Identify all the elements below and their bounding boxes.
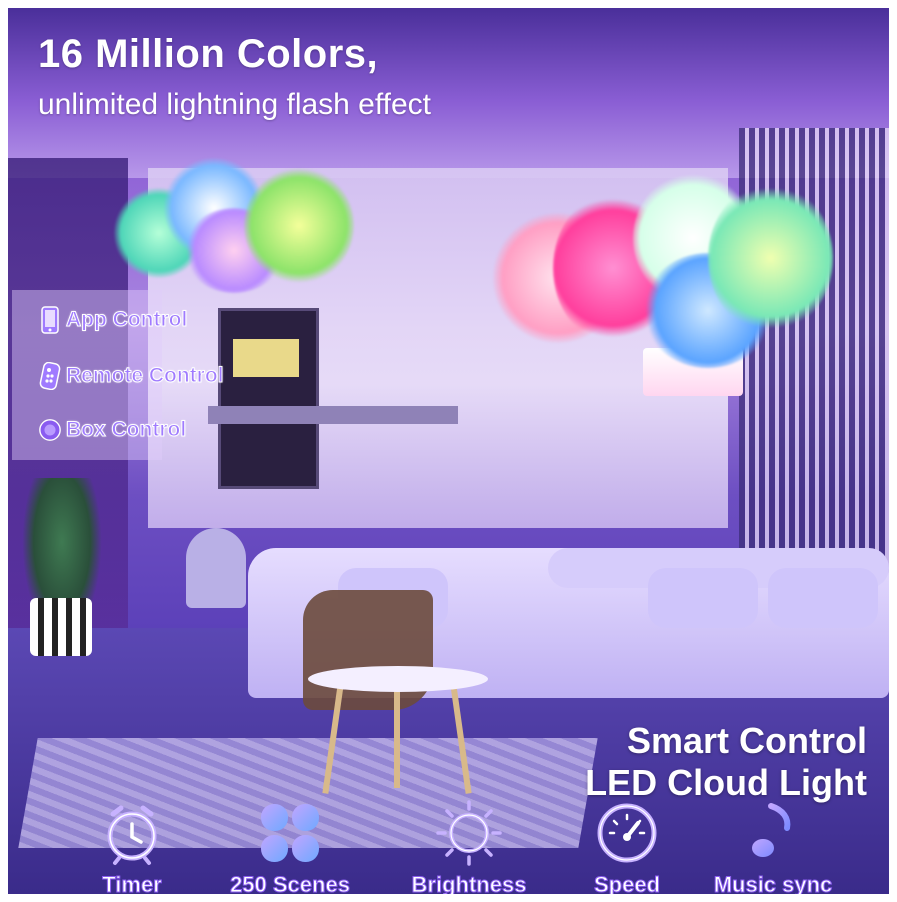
coffee-table	[308, 666, 488, 692]
led-cloud-right	[493, 173, 833, 368]
control-option-label: App Control	[65, 308, 188, 332]
speedometer-icon	[592, 798, 662, 868]
control-option-box: Box Control	[38, 416, 187, 444]
pillow	[648, 568, 758, 628]
smartphone-icon	[38, 306, 62, 334]
table-leg	[394, 688, 400, 788]
tagline-line-1: Smart Control	[626, 720, 867, 761]
plant-pot	[30, 598, 92, 656]
feature-music-sync: Music sync	[708, 798, 838, 894]
feature-label: Music sync	[713, 872, 833, 895]
control-option-remote: Remote Control	[38, 362, 224, 390]
blanket	[303, 590, 433, 710]
control-option-label: Remote Control	[66, 364, 224, 388]
dining-chair	[186, 528, 246, 608]
kitchen-counter	[208, 406, 458, 424]
feature-timer: Timer	[92, 798, 172, 894]
feature-label: Timer	[102, 872, 163, 895]
pillow	[768, 568, 878, 628]
feature-label: Brightness	[411, 872, 527, 895]
box-icon	[38, 416, 62, 444]
feature-bar: Timer 250 Scenes Brightness Speed Music	[8, 798, 889, 894]
feature-speed: Speed	[582, 798, 672, 894]
music-note-icon	[738, 798, 808, 868]
feature-scenes: 250 Scenes	[220, 798, 360, 894]
feature-brightness: Brightness	[404, 798, 534, 894]
control-option-app: App Control	[38, 306, 188, 334]
alarm-clock-icon	[97, 798, 167, 868]
feature-label: Speed	[593, 872, 661, 895]
remote-icon	[38, 362, 62, 390]
control-option-label: Box Control	[65, 418, 187, 442]
sun-icon	[434, 798, 504, 868]
product-tagline: Smart Control LED Cloud Light	[585, 720, 867, 804]
scenes-grid-icon	[255, 798, 325, 868]
feature-label: 250 Scenes	[230, 872, 351, 895]
product-image: 16 Million Colors, unlimited lightning f…	[8, 8, 889, 894]
oven	[218, 308, 319, 489]
headline-title: 16 Million Colors,	[38, 32, 379, 76]
led-cloud-left	[114, 158, 354, 293]
headline-subtitle: unlimited lightning flash effect	[38, 88, 432, 121]
